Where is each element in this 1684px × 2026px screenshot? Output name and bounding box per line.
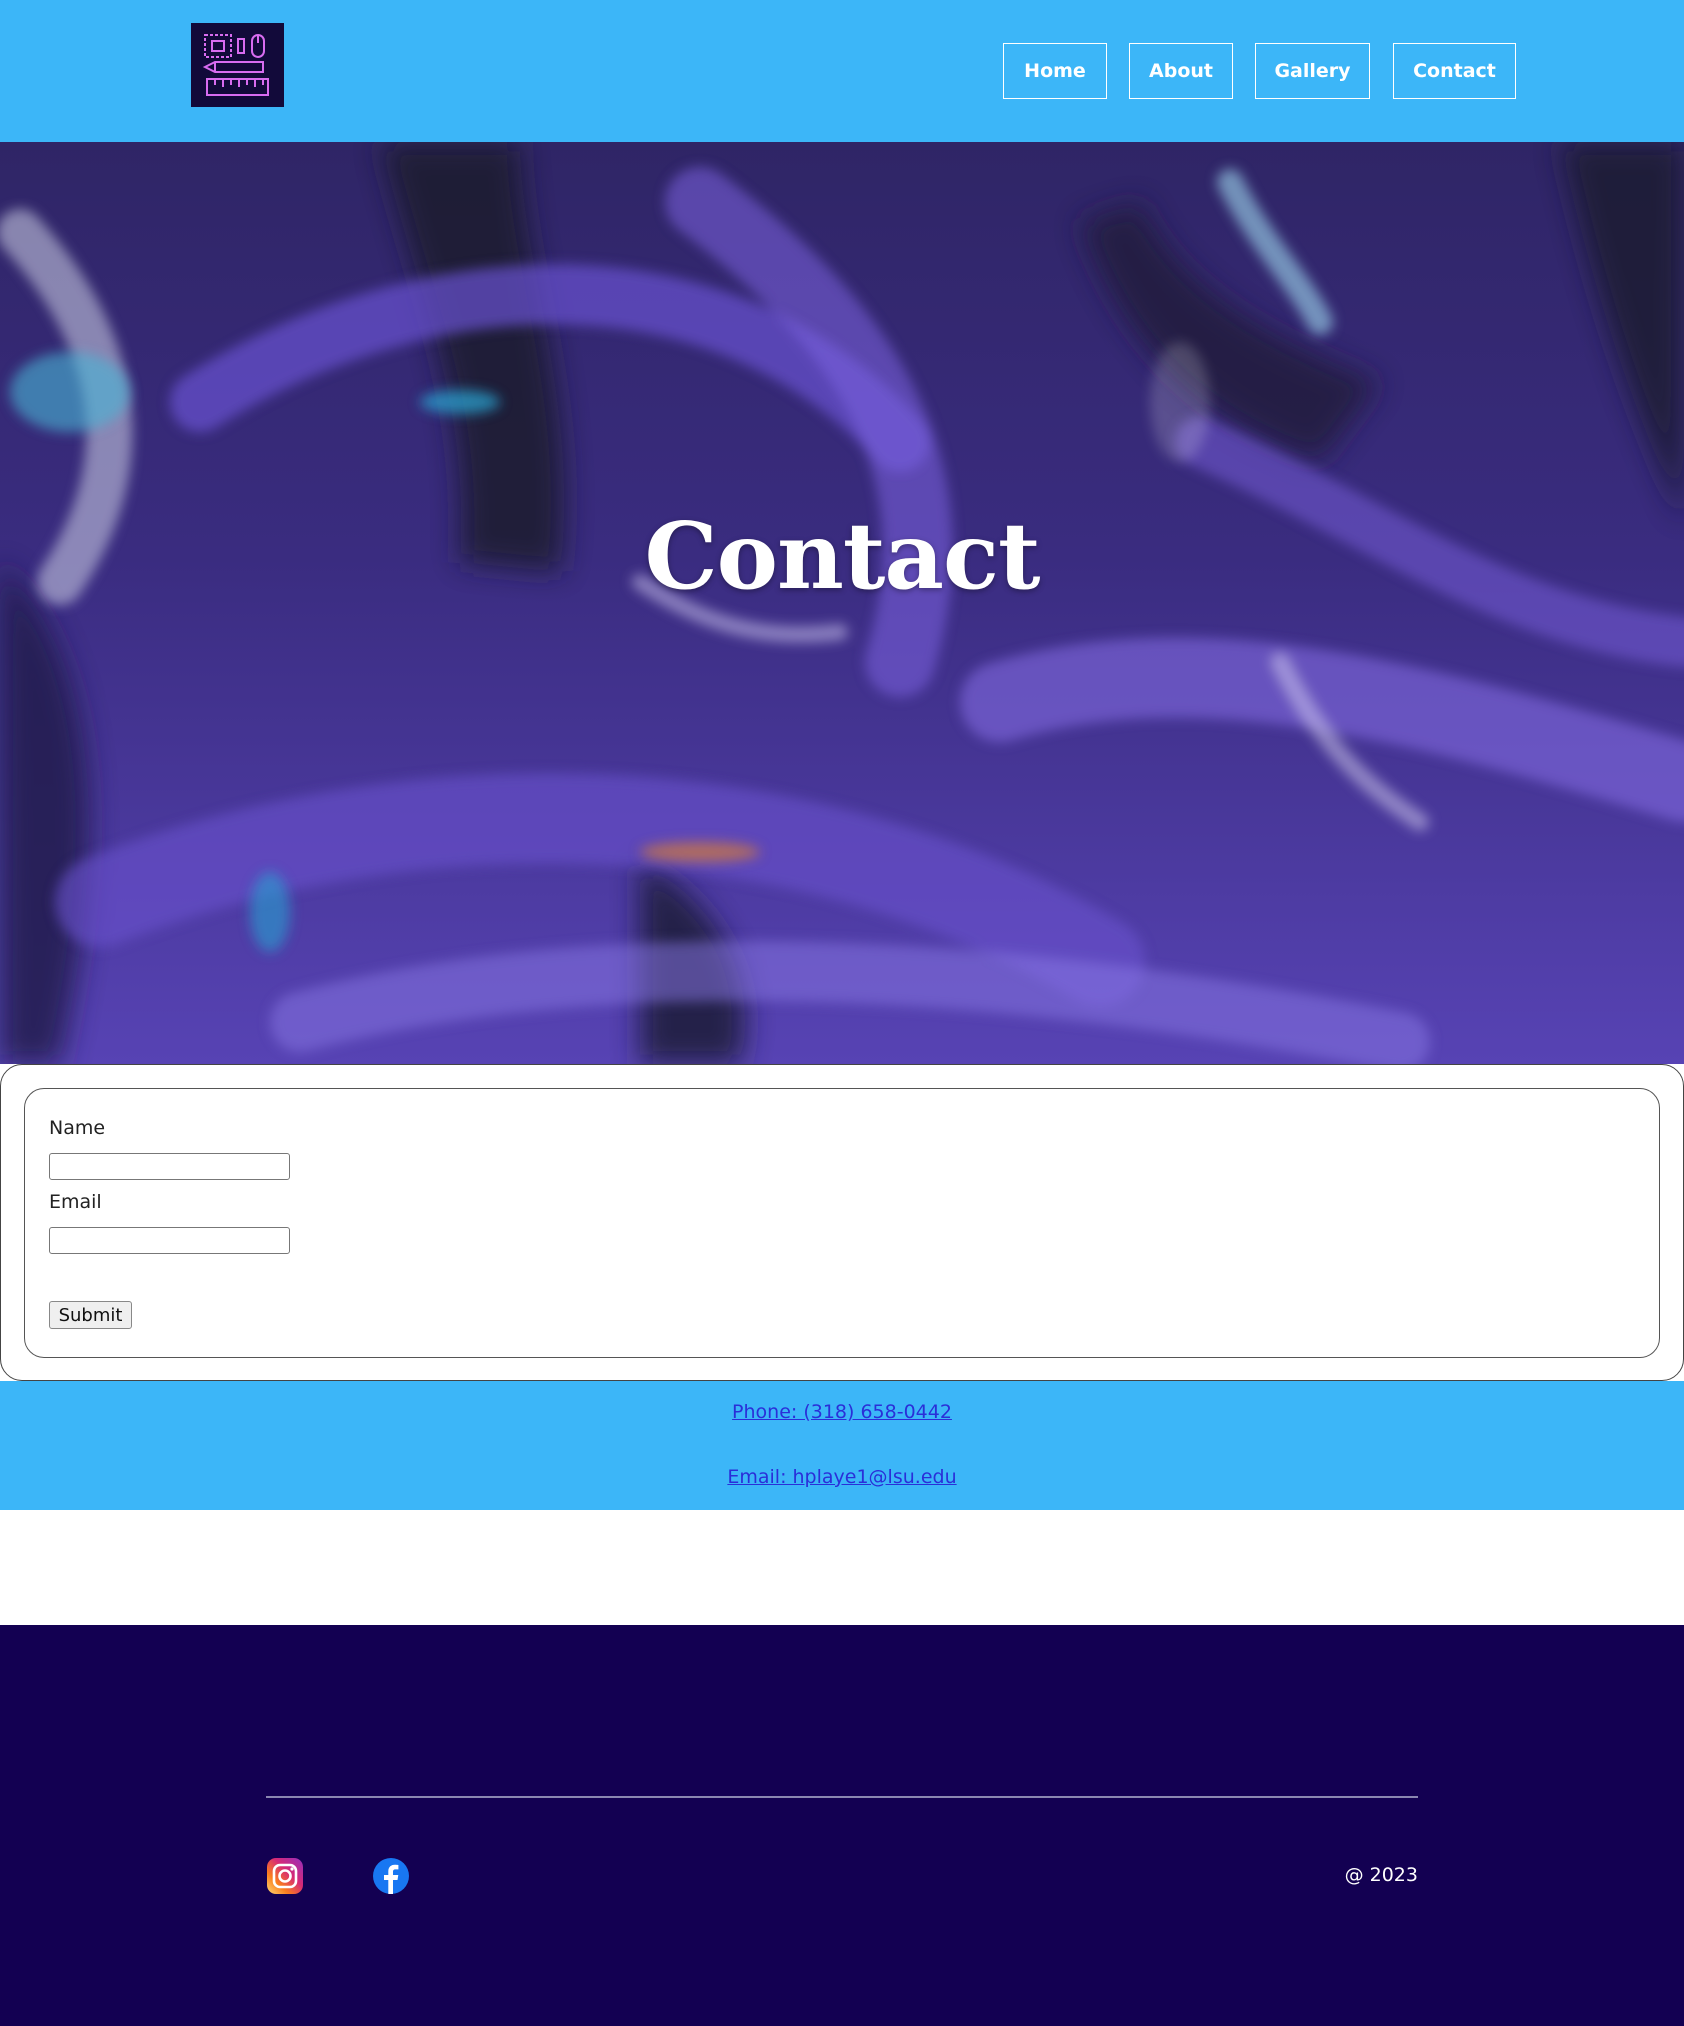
contact-form-container: Name Email Submit [0,1064,1684,1381]
name-field[interactable] [49,1153,290,1180]
footer-divider [266,1796,1418,1798]
name-label: Name [49,1117,106,1139]
nav-home-button[interactable]: Home [1003,43,1107,99]
phone-link[interactable]: Phone: (318) 658-0442 [0,1401,1684,1423]
nav-about-button[interactable]: About [1129,43,1233,99]
instagram-icon [267,1858,303,1894]
page-title: Contact [644,502,1040,610]
email-field[interactable] [49,1227,290,1254]
design-tools-icon [202,34,269,96]
submit-button[interactable]: Submit [49,1301,132,1329]
hero-banner: Contact [0,142,1684,1064]
contact-form: Name Email Submit [24,1088,1660,1358]
nav-gallery-button[interactable]: Gallery [1255,43,1370,99]
contact-info-band: Phone: (318) 658-0442 Email: hplaye1@lsu… [0,1381,1684,1510]
site-header: Home About Gallery Contact [0,0,1684,142]
instagram-link[interactable] [266,1857,304,1895]
site-footer: @ 2023 [0,1625,1684,2026]
email-label: Email [49,1191,102,1213]
email-link[interactable]: Email: hplaye1@lsu.edu [0,1466,1684,1488]
logo[interactable] [191,23,284,107]
nav-contact-button[interactable]: Contact [1393,43,1516,99]
facebook-icon [373,1858,409,1894]
facebook-link[interactable] [372,1857,410,1895]
copyright-text: @ 2023 [1344,1864,1418,1886]
